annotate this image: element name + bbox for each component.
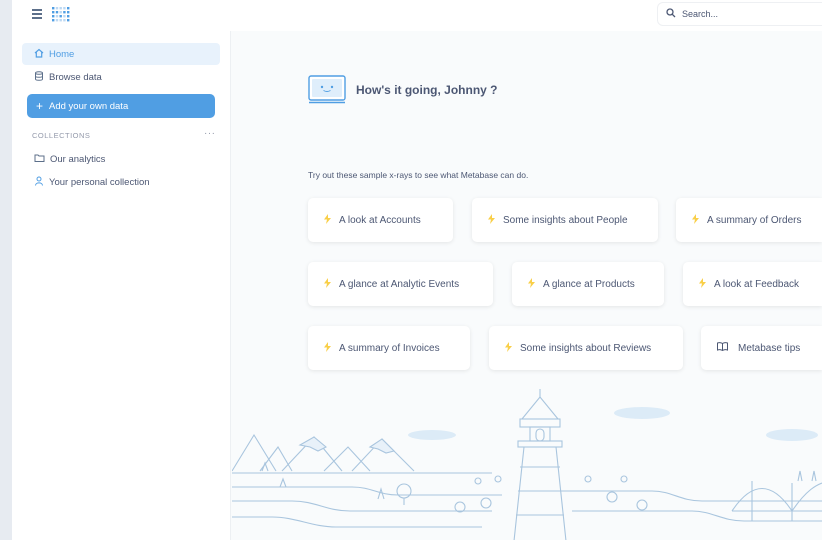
xray-card-label: A look at Feedback (714, 278, 800, 290)
app-window: Search... Home Browse data + Add your ow… (12, 0, 822, 540)
xray-card-label: A glance at Products (543, 278, 635, 290)
sidebar-item-browse-data[interactable]: Browse data (22, 66, 220, 88)
sidebar-item-label: Your personal collection (49, 176, 150, 188)
xray-card-label: Some insights about Reviews (520, 342, 652, 354)
book-icon (717, 342, 728, 354)
metabase-tips-card[interactable]: Metabase tips (701, 326, 822, 370)
xray-card-analytic-events[interactable]: A glance at Analytic Events (308, 262, 493, 306)
bolt-icon (505, 341, 512, 355)
add-your-own-data-button[interactable]: + Add your own data (27, 94, 215, 118)
xray-intro-text: Try out these sample x-rays to see what … (308, 170, 529, 180)
bolt-icon (324, 341, 331, 355)
xray-card-feedback[interactable]: A look at Feedback (683, 262, 822, 306)
folder-icon (34, 153, 45, 166)
add-data-label: Add your own data (49, 100, 129, 112)
hamburger-menu-icon[interactable] (32, 9, 42, 19)
xray-card-label: A summary of Invoices (339, 342, 440, 354)
bolt-icon (699, 277, 706, 291)
sidebar: Home Browse data + Add your own data COL… (12, 31, 231, 540)
xray-card-orders[interactable]: A summary of Orders (676, 198, 822, 242)
xray-card-products[interactable]: A glance at Products (512, 262, 664, 306)
sidebar-item-personal-collection[interactable]: Your personal collection (22, 171, 220, 193)
bolt-icon (324, 213, 331, 227)
person-icon (34, 176, 44, 189)
tips-label: Metabase tips (738, 342, 801, 354)
metabase-logo-icon[interactable] (52, 7, 70, 27)
bolt-icon (488, 213, 495, 227)
collections-header: COLLECTIONS (32, 131, 91, 140)
sidebar-item-label: Our analytics (50, 153, 106, 165)
bolt-icon (692, 213, 699, 227)
xray-card-label: A glance at Analytic Events (339, 278, 460, 290)
search-input[interactable]: Search... (682, 9, 718, 19)
xray-card-accounts[interactable]: A look at Accounts (308, 198, 453, 242)
lighthouse-illustration (231, 371, 822, 540)
sidebar-item-label: Browse data (49, 71, 102, 83)
xray-card-label: Some insights about People (503, 214, 628, 226)
home-icon (34, 48, 44, 61)
greeting-text: How's it going, Johnny ? (356, 83, 498, 97)
xray-card-label: A look at Accounts (339, 214, 421, 226)
robot-greeting-icon (308, 75, 346, 110)
search-icon (666, 5, 676, 23)
sidebar-item-our-analytics[interactable]: Our analytics (22, 148, 220, 170)
xray-card-invoices[interactable]: A summary of Invoices (308, 326, 470, 370)
database-icon (34, 70, 44, 84)
sidebar-item-label: Home (49, 48, 75, 60)
sidebar-item-home[interactable]: Home (22, 43, 220, 65)
search-bar[interactable]: Search... (657, 2, 822, 26)
plus-icon: + (36, 99, 44, 113)
xray-card-reviews[interactable]: Some insights about Reviews (489, 326, 683, 370)
bolt-icon (528, 277, 535, 291)
xray-card-label: A summary of Orders (707, 214, 802, 226)
bolt-icon (324, 277, 331, 291)
main-content: How's it going, Johnny ? Try out these s… (231, 31, 822, 540)
xray-card-people[interactable]: Some insights about People (472, 198, 658, 242)
top-nav-bar: Search... (12, 0, 822, 31)
more-options-icon[interactable]: ··· (204, 128, 216, 139)
